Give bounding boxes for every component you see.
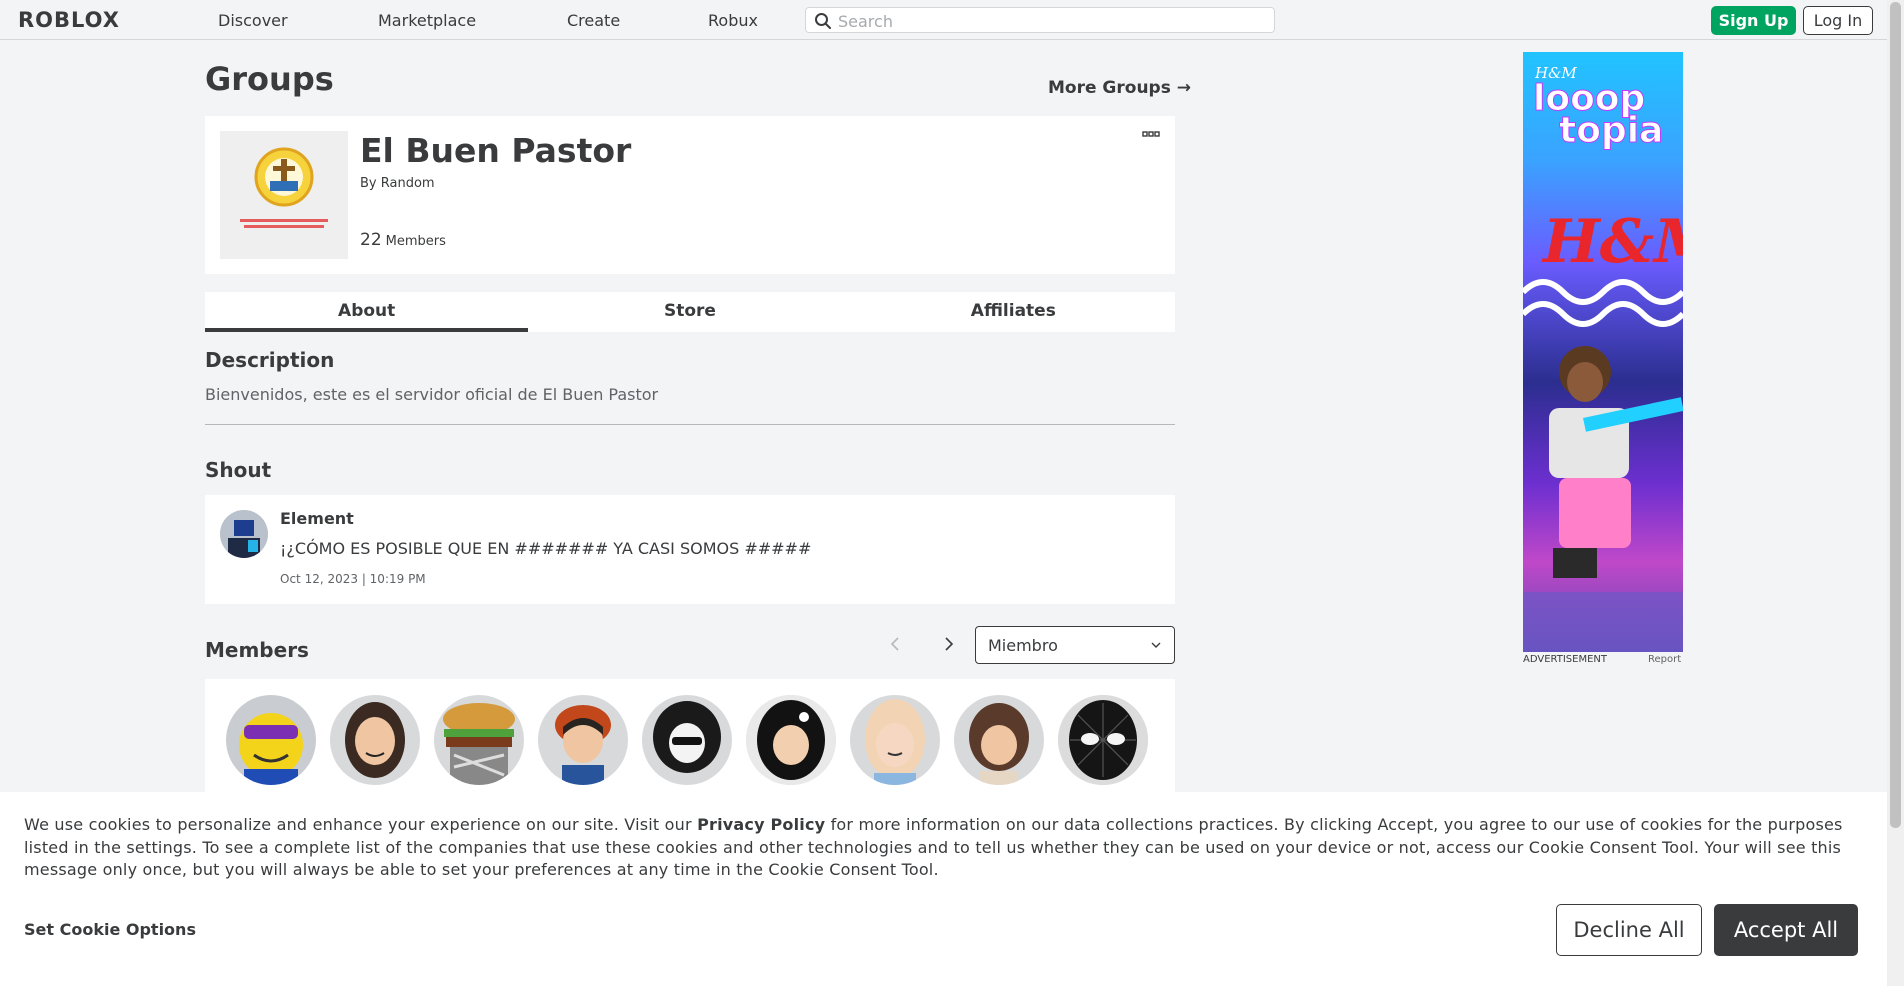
member-avatar[interactable] <box>1058 695 1148 785</box>
member-avatar[interactable] <box>226 695 316 785</box>
advertisement-label: ADVERTISEMENT <box>1523 654 1608 665</box>
tab-store[interactable]: Store <box>528 292 851 332</box>
members-list <box>205 679 1175 799</box>
cookie-message-part-1: We use cookies to personalize and enhanc… <box>24 815 698 834</box>
search-box[interactable] <box>805 7 1275 33</box>
tab-about[interactable]: About <box>205 292 529 332</box>
arrow-right-icon: → <box>1176 78 1192 98</box>
description-text: Bienvenidos, este es el servidor oficial… <box>205 385 659 404</box>
section-divider <box>205 424 1175 425</box>
member-avatar[interactable] <box>642 695 732 785</box>
avatar-graphic <box>969 703 1029 785</box>
avatar-graphic <box>865 699 925 785</box>
ad-graphic: H&M looop topia H&M <box>1523 64 1683 652</box>
cookie-message: We use cookies to personalize and enhanc… <box>24 814 1864 882</box>
advertisement-banner[interactable]: H&M looop topia H&M <box>1523 52 1683 652</box>
group-tabs: About Store Affiliates <box>205 292 1175 332</box>
more-groups-link[interactable]: More Groups → <box>1048 78 1191 98</box>
shout-body: ¡¿CÓMO ES POSIBLE QUE EN ####### YA CASI… <box>280 539 812 558</box>
shout-date: Oct 12, 2023 | 10:19 PM <box>280 572 426 586</box>
roblox-logo[interactable]: ROBLOX <box>18 8 120 32</box>
page-scrollbar[interactable] <box>1887 0 1904 986</box>
sign-up-button[interactable]: Sign Up <box>1711 6 1796 35</box>
member-count: 22 Members <box>360 230 446 250</box>
privacy-policy-link[interactable]: Privacy Policy <box>697 815 825 834</box>
avatar-graphic <box>345 702 405 778</box>
accept-all-button[interactable]: Accept All <box>1714 904 1858 956</box>
avatar-graphic <box>239 713 303 785</box>
top-nav-bar: ROBLOX Discover Marketplace Create Robux… <box>0 0 1887 40</box>
group-emblem-graphic <box>220 131 348 259</box>
avatar-graphic <box>555 705 611 785</box>
member-avatar[interactable] <box>746 695 836 785</box>
nav-marketplace-link[interactable]: Marketplace <box>378 11 476 30</box>
group-emblem-image <box>220 131 348 259</box>
avatar-graphic <box>220 510 268 558</box>
member-avatar[interactable] <box>330 695 420 785</box>
avatar-graphic <box>1058 695 1148 785</box>
ad-headline-2: topia <box>1559 110 1663 151</box>
set-cookie-options-link[interactable]: Set Cookie Options <box>24 920 196 939</box>
nav-create-link[interactable]: Create <box>567 11 620 30</box>
group-header-card: El Buen Pastor By Random 22 Members <box>205 116 1175 274</box>
shout-heading: Shout <box>205 458 272 482</box>
owner-by-label: By <box>360 176 377 191</box>
description-heading: Description <box>205 348 335 372</box>
search-icon <box>815 13 831 29</box>
member-count-value: 22 <box>360 230 382 250</box>
log-in-button[interactable]: Log In <box>1803 6 1873 35</box>
nav-robux-link[interactable]: Robux <box>708 11 758 30</box>
chevron-left-icon[interactable] <box>886 634 906 654</box>
member-avatar[interactable] <box>434 695 524 785</box>
role-select-value: Miembro <box>988 636 1058 655</box>
search-input[interactable] <box>838 11 1258 31</box>
cookie-banner: We use cookies to personalize and enhanc… <box>0 792 1887 986</box>
shout-card: Element ¡¿CÓMO ES POSIBLE QUE EN #######… <box>205 495 1175 604</box>
member-avatar[interactable] <box>538 695 628 785</box>
group-owner: By Random <box>360 176 435 191</box>
more-groups-label: More Groups <box>1048 78 1171 98</box>
chevron-down-icon <box>1151 642 1161 648</box>
ad-report-link[interactable]: Report <box>1648 654 1681 665</box>
page-title: Groups <box>205 60 334 98</box>
nav-discover-link[interactable]: Discover <box>218 11 288 30</box>
shout-author-avatar[interactable] <box>220 510 268 558</box>
members-heading: Members <box>205 638 309 662</box>
member-avatar[interactable] <box>954 695 1044 785</box>
avatar-graphic <box>653 701 721 773</box>
role-select[interactable]: Miembro <box>975 626 1175 664</box>
avatar-graphic <box>746 695 836 785</box>
group-name: El Buen Pastor <box>360 131 632 170</box>
tab-affiliates[interactable]: Affiliates <box>852 292 1175 332</box>
avatar-graphic <box>443 703 515 785</box>
owner-link[interactable]: Random <box>381 176 435 191</box>
ad-brand-large: H&M <box>1541 207 1683 277</box>
chevron-right-icon[interactable] <box>938 634 958 654</box>
member-avatar[interactable] <box>850 695 940 785</box>
member-count-label: Members <box>385 234 446 249</box>
more-options-icon[interactable] <box>1142 130 1160 140</box>
shout-author-name[interactable]: Element <box>280 509 354 528</box>
scrollbar-thumb[interactable] <box>1890 2 1901 828</box>
decline-all-button[interactable]: Decline All <box>1556 904 1702 956</box>
